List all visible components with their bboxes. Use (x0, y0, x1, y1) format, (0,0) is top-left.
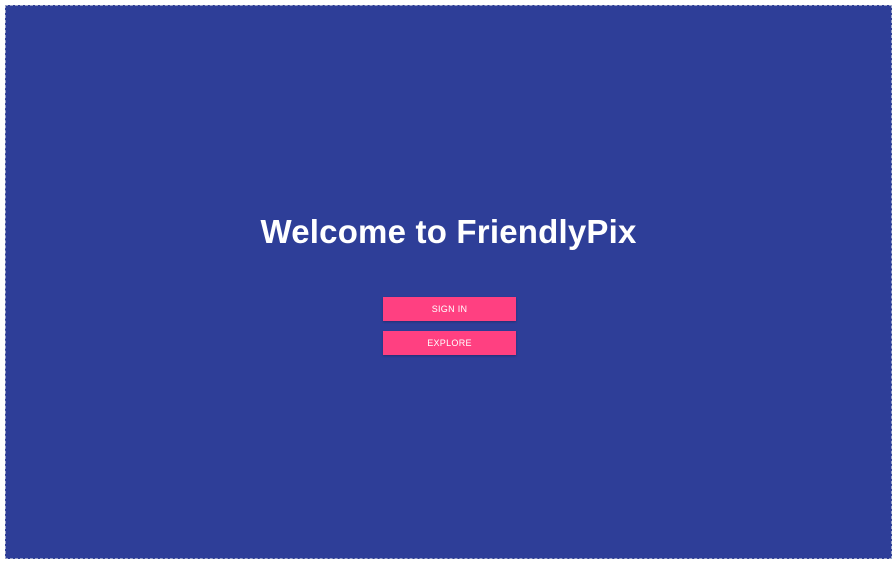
sign-in-button[interactable]: SIGN IN (383, 297, 516, 321)
welcome-title: Welcome to FriendlyPix (260, 213, 637, 250)
app-screen: Welcome to FriendlyPix SIGN IN EXPLORE (5, 5, 892, 559)
explore-button[interactable]: EXPLORE (383, 331, 516, 355)
